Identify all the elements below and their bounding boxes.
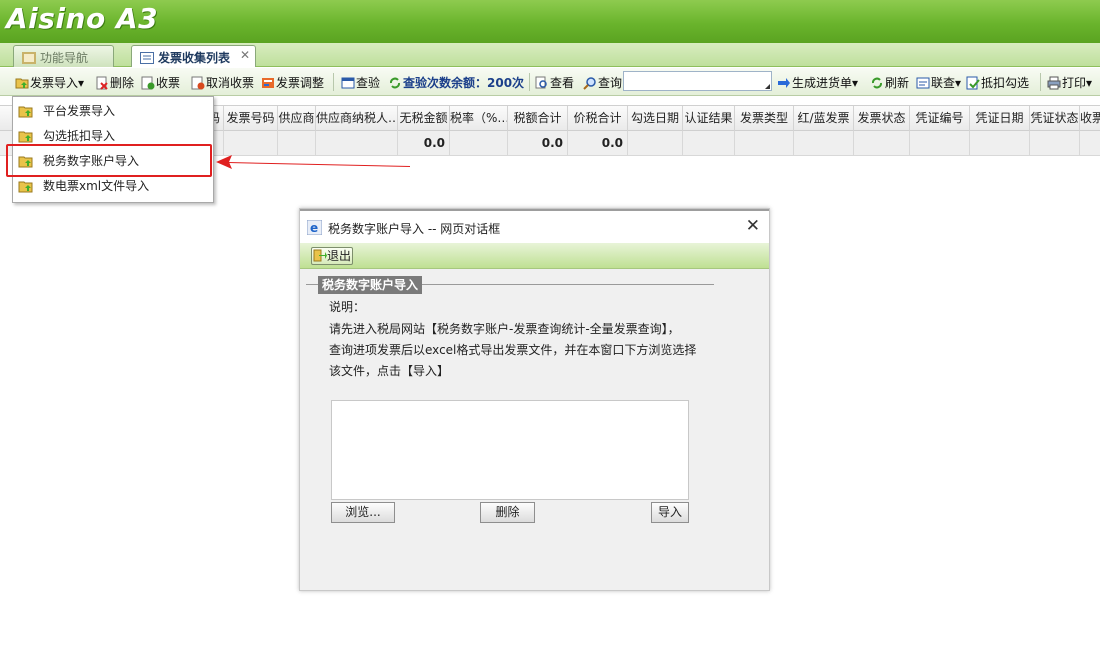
col-header[interactable]: 税额合计 bbox=[508, 106, 568, 131]
refresh-button[interactable]: 刷新 bbox=[870, 74, 909, 91]
collect-icon bbox=[141, 76, 155, 90]
col-header[interactable]: 红/蓝发票 bbox=[794, 106, 854, 131]
col-header[interactable]: 认证结果 bbox=[683, 106, 735, 131]
printer-icon bbox=[1047, 76, 1061, 90]
invoice-import-button[interactable]: 发票导入▾ bbox=[15, 74, 84, 91]
col-header[interactable]: 发票类型 bbox=[735, 106, 794, 131]
col-header[interactable]: 发票状态 bbox=[854, 106, 910, 131]
tab-label: 发票收集列表 bbox=[158, 51, 231, 65]
generate-receipt-button[interactable]: 生成进货单▾ bbox=[777, 74, 858, 91]
description-label: 说明： bbox=[329, 300, 366, 314]
cell bbox=[450, 131, 508, 156]
search-icon bbox=[583, 77, 596, 90]
view-icon bbox=[535, 76, 547, 89]
col-header[interactable]: 发票号码 bbox=[224, 106, 278, 131]
delete-file-button[interactable]: 删除 bbox=[480, 502, 535, 523]
exit-button[interactable]: 退出 bbox=[311, 247, 354, 265]
query-button[interactable]: 查询 bbox=[583, 74, 622, 91]
deduct-select-button[interactable]: 抵扣勾选 bbox=[966, 74, 1029, 91]
tab-label: 功能导航 bbox=[40, 51, 89, 65]
exit-icon bbox=[313, 249, 327, 262]
import-dialog: e 税务数字账户导入 -- 网页对话框 ✕ 退出 税务数字账户导入 说明： 请先… bbox=[299, 208, 770, 591]
cell bbox=[628, 131, 683, 156]
arrow-right-icon bbox=[778, 78, 790, 88]
print-button[interactable]: 打印▾ bbox=[1047, 74, 1092, 91]
view-button[interactable]: 查看 bbox=[535, 74, 574, 91]
cell bbox=[794, 131, 854, 156]
col-header[interactable]: 供应商纳税人… bbox=[316, 106, 398, 131]
browse-button[interactable]: 浏览... bbox=[331, 502, 395, 523]
svg-text:e: e bbox=[310, 221, 318, 235]
highlight-box bbox=[6, 144, 212, 177]
invoice-adjust-button[interactable]: 发票调整 bbox=[261, 74, 324, 91]
refresh-arrows-icon bbox=[390, 77, 400, 89]
description-line: 该文件，点击【导入】 bbox=[329, 364, 450, 378]
verify-button[interactable]: 查验 bbox=[341, 74, 380, 91]
col-header[interactable]: 无税金额 bbox=[398, 106, 450, 131]
verify-icon bbox=[341, 77, 355, 89]
col-header[interactable]: 凭证编号 bbox=[910, 106, 970, 131]
close-icon[interactable]: ✕ bbox=[746, 216, 760, 236]
folder-import-icon bbox=[18, 131, 33, 143]
menu-item-platform-import[interactable]: 平台发票导入 bbox=[13, 99, 213, 124]
folder-import-icon bbox=[18, 106, 33, 118]
close-icon[interactable]: ✕ bbox=[240, 48, 250, 62]
description-line: 请先进入税局网站【税务数字账户-发票查询统计-全量发票查询】， bbox=[329, 322, 680, 336]
col-header[interactable]: 税率（%… bbox=[450, 106, 508, 131]
cell bbox=[735, 131, 794, 156]
search-input[interactable] bbox=[623, 71, 772, 91]
col-header[interactable]: 收票 bbox=[1080, 106, 1100, 131]
link-query-button[interactable]: 联查▾ bbox=[916, 74, 961, 91]
cell bbox=[1080, 131, 1100, 156]
dialog-titlebar: e 税务数字账户导入 -- 网页对话框 ✕ bbox=[300, 209, 769, 243]
toolbar-separator bbox=[529, 73, 530, 91]
folder-import-icon bbox=[18, 181, 33, 193]
link-query-icon bbox=[916, 77, 930, 89]
adjust-icon bbox=[262, 78, 274, 88]
folder-import-icon bbox=[15, 78, 29, 89]
list-icon bbox=[140, 52, 154, 64]
col-header[interactable]: 价税合计 bbox=[568, 106, 628, 131]
total-price-tax: 0.0 bbox=[568, 131, 628, 156]
cell bbox=[683, 131, 735, 156]
refresh-icon bbox=[872, 77, 882, 89]
tab-function-nav[interactable]: 功能导航 bbox=[13, 45, 114, 67]
toolbar-separator bbox=[333, 73, 334, 91]
cell bbox=[910, 131, 970, 156]
col-header[interactable]: 凭证状态 bbox=[1030, 106, 1080, 131]
col-header[interactable]: 勾选日期 bbox=[628, 106, 683, 131]
nav-icon bbox=[22, 52, 36, 64]
cell bbox=[1030, 131, 1080, 156]
collect-button[interactable]: 收票 bbox=[141, 74, 180, 91]
menu-item-xml-import[interactable]: 数电票xml文件导入 bbox=[13, 174, 213, 199]
tab-invoice-collect-list[interactable]: 发票收集列表 ✕ bbox=[131, 45, 256, 67]
import-button[interactable]: 导入 bbox=[651, 502, 689, 523]
description-line: 查询进项发票后以excel格式导出发票文件，并在本窗口下方浏览选择 bbox=[329, 343, 697, 357]
col-header[interactable]: 凭证日期 bbox=[970, 106, 1030, 131]
cancel-collect-icon bbox=[191, 76, 205, 90]
file-list-box[interactable] bbox=[331, 400, 689, 500]
toolbar-separator bbox=[1040, 73, 1041, 91]
main-toolbar: 发票导入▾ 删除 收票 取消收票 发票调整 查验 查验次数余额：200次 查看 … bbox=[0, 68, 1100, 96]
deduct-icon bbox=[966, 76, 980, 90]
cancel-collect-button[interactable]: 取消收票 bbox=[191, 74, 254, 91]
verify-remaining: 查验次数余额：200次 bbox=[388, 74, 524, 91]
tab-bar: 功能导航 发票收集列表 ✕ bbox=[0, 43, 1100, 67]
dialog-title: 税务数字账户导入 -- 网页对话框 bbox=[328, 222, 501, 236]
total-tax: 0.0 bbox=[508, 131, 568, 156]
section-title: 税务数字账户导入 bbox=[318, 276, 423, 294]
annotation-arrow-icon bbox=[216, 155, 410, 169]
delete-button[interactable]: 删除 bbox=[95, 74, 134, 91]
aisino-logo: Aisino A3 bbox=[6, 2, 159, 35]
delete-icon bbox=[96, 76, 108, 90]
cell bbox=[970, 131, 1030, 156]
dialog-toolbar: 退出 bbox=[300, 243, 769, 269]
app-banner: Aisino A3 bbox=[0, 0, 1100, 43]
cell bbox=[854, 131, 910, 156]
col-header[interactable]: 供应商 bbox=[278, 106, 316, 131]
ie-icon: e bbox=[307, 220, 322, 235]
